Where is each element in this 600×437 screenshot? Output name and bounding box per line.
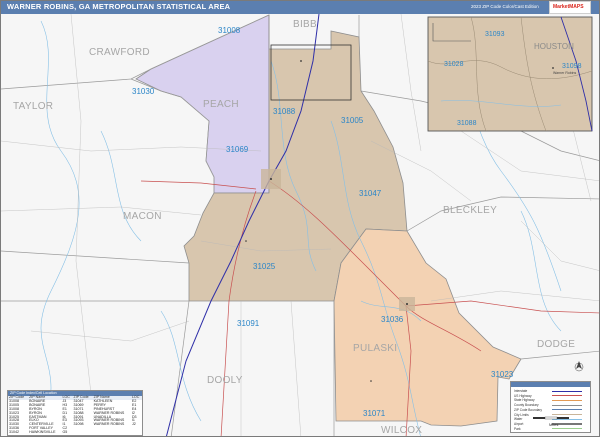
- legend-swatch: [552, 390, 582, 392]
- legend-item-label: County Boundary: [514, 403, 539, 408]
- legend-swatch: [552, 404, 582, 406]
- legend-item-label: City Limits: [514, 412, 529, 417]
- table-row: 31042 HAWKINSVILLE G5: [8, 430, 142, 435]
- inset-place-warner-robins: Warner Robins: [553, 71, 576, 75]
- zip-label-31088[interactable]: 31088: [273, 107, 296, 116]
- scale-label: Miles: [549, 422, 558, 427]
- zip-label-31025[interactable]: 31025: [253, 262, 276, 271]
- legend-item: ZIP Code Boundary: [514, 408, 588, 412]
- inset-zip-31098[interactable]: 31098: [562, 63, 582, 70]
- zip-label-31036[interactable]: 31036: [381, 315, 404, 324]
- legend-item-label: US Highway: [514, 393, 532, 398]
- legend-item: Interstate: [514, 389, 588, 393]
- zip-code-index-table: ZIP Code Index/Cell Location ZIP Code ZI…: [7, 390, 143, 436]
- zip-label-31023[interactable]: 31023: [491, 370, 514, 379]
- brand-logo[interactable]: MarketMAPS: [549, 1, 591, 14]
- map-canvas[interactable]: CRAWFORD BIBB TAYLOR PEACH MACON BLECKLE…: [1, 1, 600, 437]
- table-cell: [73, 431, 93, 435]
- inset-zip-31093[interactable]: 31093: [485, 31, 505, 38]
- county-label-peach: PEACH: [203, 99, 239, 110]
- zip-label-31047[interactable]: 31047: [359, 189, 382, 198]
- legend-swatch: [552, 409, 582, 411]
- zip-label-31030[interactable]: 31030: [132, 87, 155, 96]
- inset-zip-31028[interactable]: 31028: [444, 61, 464, 68]
- zip-label-31091[interactable]: 31091: [237, 319, 260, 328]
- legend-item-label: State Highway: [514, 398, 535, 403]
- zip-label-31008[interactable]: 31008: [218, 26, 241, 35]
- county-label-dodge: DODGE: [537, 339, 575, 350]
- zip-label-31069[interactable]: 31069: [226, 145, 249, 154]
- county-label-bibb: BIBB: [293, 19, 317, 30]
- county-label-bleckley: BLECKLEY: [443, 205, 497, 216]
- legend-item: County Boundary: [514, 403, 588, 407]
- legend-header: [511, 382, 590, 387]
- table-cell: [131, 431, 142, 435]
- table-cell: [93, 431, 131, 435]
- legend-swatch: [552, 395, 582, 397]
- legend-item: US Highway: [514, 394, 588, 398]
- legend-item-label: Airport: [514, 421, 524, 426]
- map-edition: 2023 ZIP Code Color/Cast Edition: [471, 4, 539, 9]
- county-label-wilcox: WILCOX: [381, 425, 422, 436]
- map-container: CRAWFORD BIBB TAYLOR PEACH MACON BLECKLE…: [0, 0, 600, 437]
- county-label-macon: MACON: [123, 211, 162, 222]
- legend-item-label: Water: [514, 417, 523, 422]
- inset-zip-31088[interactable]: 31088: [457, 120, 477, 127]
- legend-item-label: ZIP Code Boundary: [514, 407, 542, 412]
- county-label-pulaski: PULASKI: [353, 343, 397, 354]
- legend-swatch: [552, 399, 582, 402]
- zip-table-body: 31008 BONAIRE J3 31047 KATHLEEN E2 31005 BONAIR…: [8, 399, 142, 435]
- county-label-crawford: CRAWFORD: [89, 47, 150, 58]
- zip-label-31071[interactable]: 31071: [363, 409, 386, 418]
- county-label-dooly: DOOLY: [207, 375, 243, 386]
- zip-label-31005[interactable]: 31005: [341, 116, 364, 125]
- table-cell: 31042: [9, 430, 19, 435]
- table-cell: G5: [62, 430, 68, 435]
- inset-county-houston: HOUSTON: [534, 42, 574, 51]
- scale-bar: Miles: [533, 416, 569, 427]
- county-label-taylor: TAYLOR: [13, 101, 53, 112]
- inset-map[interactable]: 31093 31028 31098 31088 HOUSTON Warner R…: [427, 16, 593, 132]
- legend-item-label: Park: [514, 426, 521, 431]
- map-title: WARNER ROBINS, GA METROPOLITAN STATISTIC…: [7, 2, 231, 11]
- legend-item: State Highway: [514, 398, 588, 402]
- legend-item-label: Interstate: [514, 389, 528, 393]
- table-cell: HAWKINSVILLE: [29, 430, 56, 435]
- title-bar: WARNER ROBINS, GA METROPOLITAN STATISTIC…: [1, 1, 599, 14]
- brand-text: MarketMAPS: [553, 4, 584, 10]
